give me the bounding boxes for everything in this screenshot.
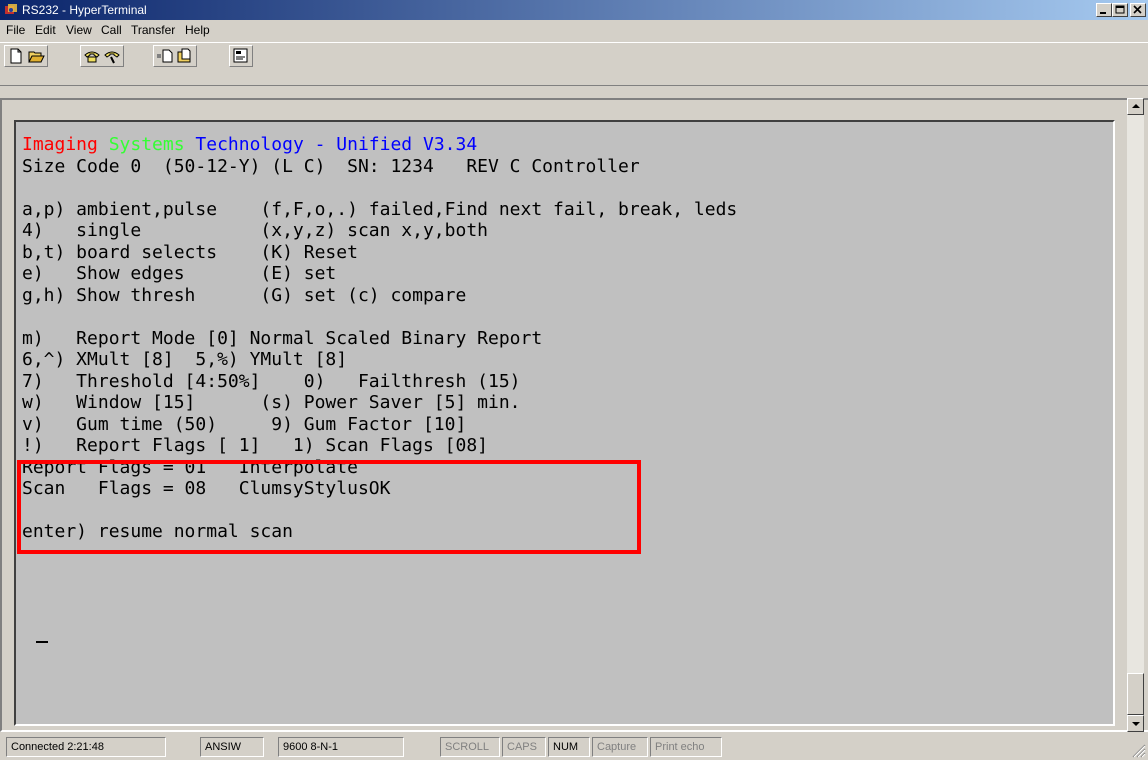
menu-file[interactable]: File xyxy=(6,23,25,37)
status-connected: Connected 2:21:48 xyxy=(6,737,166,757)
terminal-line: a,p) ambient,pulse (f,F,o,.) failed,Find… xyxy=(22,198,738,220)
arrow-down-icon xyxy=(1132,722,1140,726)
maximize-button[interactable] xyxy=(1112,3,1128,17)
flags-highlight-box xyxy=(17,460,641,554)
terminal-line: Size Code 0 (50-12-Y) (L C) SN: 1234 REV… xyxy=(22,155,640,177)
minimize-button[interactable] xyxy=(1096,3,1112,17)
call-icon[interactable] xyxy=(83,47,101,65)
arrow-up-icon xyxy=(1132,104,1140,108)
terminal-line: m) Report Mode [0] Normal Scaled Binary … xyxy=(22,327,543,349)
close-icon xyxy=(1133,5,1142,14)
menu-bar: File Edit View Call Transfer Help xyxy=(0,20,1148,40)
terminal-line: g,h) Show thresh (G) set (c) compare xyxy=(22,284,467,306)
terminal-line: !) Report Flags [ 1] 1) Scan Flags [08] xyxy=(22,435,488,456)
status-num: NUM xyxy=(548,737,590,757)
terminal-line: w) Window [15] (s) Power Saver [5] min. xyxy=(22,392,521,413)
toolbar xyxy=(0,42,1148,86)
properties-icon[interactable] xyxy=(232,47,250,65)
terminal-line: 4) single (x,y,z) scan x,y,both xyxy=(22,220,488,241)
resize-grip-icon[interactable] xyxy=(1128,740,1146,758)
menu-view[interactable]: View xyxy=(66,23,92,37)
scroll-thumb[interactable] xyxy=(1127,673,1144,715)
close-button[interactable] xyxy=(1130,3,1146,17)
minimize-icon xyxy=(1100,12,1106,14)
terminal-frame: Imaging Systems Technology - Unified V3.… xyxy=(0,98,1148,732)
receive-icon[interactable] xyxy=(176,47,194,65)
header-technology: Technology - Unified V3.34 xyxy=(195,134,478,155)
terminal-line: 6,^) XMult [8] 5,%) YMult [8] xyxy=(22,349,348,370)
status-capture: Capture xyxy=(592,737,648,757)
status-bar: Connected 2:21:48 ANSIW 9600 8-N-1 SCROL… xyxy=(0,734,1148,760)
status-caps: CAPS xyxy=(502,737,546,757)
status-port: 9600 8-N-1 xyxy=(278,737,404,757)
toolbar-group-transfer xyxy=(153,45,197,67)
terminal-cursor xyxy=(36,641,48,643)
menu-call[interactable]: Call xyxy=(101,23,122,37)
maximize-icon xyxy=(1115,5,1125,14)
status-scroll: SCROLL xyxy=(440,737,500,757)
vertical-scrollbar[interactable] xyxy=(1127,98,1144,732)
toolbar-group-file xyxy=(4,45,48,67)
new-icon[interactable] xyxy=(7,47,25,65)
menu-transfer[interactable]: Transfer xyxy=(131,23,175,37)
header-imaging: Imaging xyxy=(22,134,98,155)
header-systems: Systems xyxy=(108,134,185,155)
title-bar[interactable]: RS232 - HyperTerminal xyxy=(0,0,1148,20)
terminal-line: e) Show edges (E) set xyxy=(22,263,337,284)
disconnect-icon[interactable] xyxy=(103,47,121,65)
status-emulation: ANSIW xyxy=(200,737,264,757)
send-icon[interactable] xyxy=(156,47,174,65)
terminal-screen[interactable]: Imaging Systems Technology - Unified V3.… xyxy=(14,120,1115,726)
menu-help[interactable]: Help xyxy=(185,23,210,37)
terminal-line: b,t) board selects (K) Reset xyxy=(22,241,358,263)
window-title: RS232 - HyperTerminal xyxy=(22,3,147,17)
toolbar-group-properties xyxy=(229,45,253,67)
scroll-up-button[interactable] xyxy=(1127,98,1144,115)
toolbar-group-call xyxy=(80,45,124,67)
open-icon[interactable] xyxy=(27,47,45,65)
status-print-echo: Print echo xyxy=(650,737,722,757)
terminal-line: 7) Threshold [4:50%] 0) Failthresh (15) xyxy=(22,370,521,392)
hyperterminal-icon xyxy=(5,4,17,14)
scroll-down-button[interactable] xyxy=(1127,715,1144,732)
terminal-line: v) Gum time (50) 9) Gum Factor [10] xyxy=(22,413,467,435)
menu-edit[interactable]: Edit xyxy=(35,23,56,37)
hyperterminal-window: RS232 - HyperTerminal File Edit View Cal… xyxy=(0,0,1148,760)
